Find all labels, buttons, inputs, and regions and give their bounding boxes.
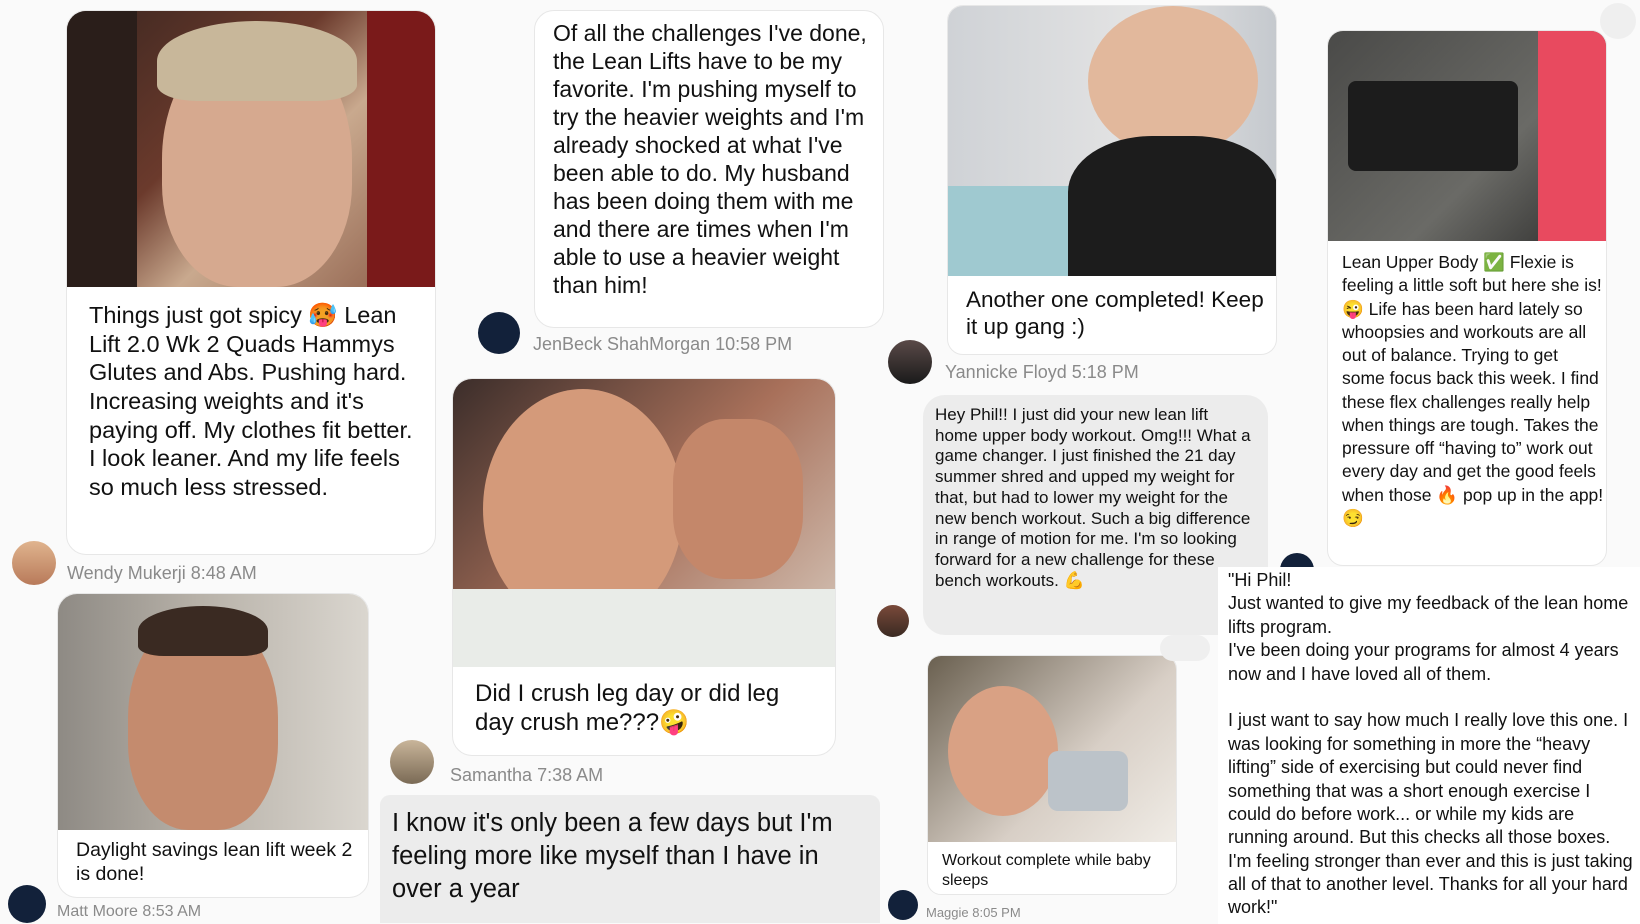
reaction-badge[interactable] [1600, 3, 1636, 39]
post-card-yannicke: Another one completed! Keep it up gang :… [947, 5, 1277, 355]
post-time: 5:18 PM [1071, 362, 1139, 382]
avatar [877, 605, 909, 637]
quote-block: I know it's only been a few days but I'm… [380, 795, 880, 923]
post-time: 8:48 AM [190, 563, 257, 583]
feedback-text: "Hi Phil! Just wanted to give my feedbac… [1228, 570, 1633, 918]
author-name: JenBeck ShahMorgan [533, 334, 711, 354]
post-card-lean-upper-body: Lean Upper Body ✅ Flexie is feeling a li… [1327, 30, 1607, 566]
post-meta: Matt Moore 8:53 AM [57, 903, 201, 921]
post-time: 10:58 PM [715, 334, 793, 354]
brand-avatar [888, 890, 918, 920]
author-name: Wendy Mukerji [67, 563, 186, 583]
post-photo [58, 594, 368, 830]
post-text: Daylight savings lean lift week 2 is don… [76, 839, 353, 885]
post-time: 7:38 AM [537, 765, 604, 785]
message-bubble: Hey Phil!! I just did your new lean lift… [923, 395, 1268, 635]
brand-avatar [8, 885, 46, 923]
post-text: Did I crush leg day or did leg day crush… [475, 680, 780, 737]
post-text: Lean Upper Body ✅ Flexie is feeling a li… [1342, 252, 1604, 528]
avatar [390, 740, 434, 784]
author-name: Yannicke Floyd [945, 362, 1067, 382]
post-card-samantha: Did I crush leg day or did leg day crush… [452, 378, 836, 756]
post-card-matt: Daylight savings lean lift week 2 is don… [57, 593, 369, 898]
post-time: 8:05 PM [972, 905, 1021, 920]
author-name: Maggie [926, 905, 969, 920]
quote-text: I know it's only been a few days but I'm… [392, 809, 833, 904]
post-meta: Samantha 7:38 AM [450, 765, 603, 786]
post-meta: Yannicke Floyd 5:18 PM [945, 362, 1139, 383]
reaction-badge[interactable] [1160, 635, 1210, 661]
post-meta: Wendy Mukerji 8:48 AM [67, 563, 257, 584]
author-name: Matt Moore [57, 903, 138, 920]
post-photo [928, 656, 1176, 842]
avatar [888, 340, 932, 384]
post-meta: Maggie 8:05 PM [926, 905, 1021, 920]
post-card-jenbeck: Of all the challenges I've done, the Lea… [534, 10, 884, 328]
post-text: Of all the challenges I've done, the Lea… [553, 20, 867, 299]
avatar [12, 541, 56, 585]
post-text: Another one completed! Keep it up gang :… [966, 287, 1264, 340]
post-card-wendy: Things just got spicy 🥵 Lean Lift 2.0 Wk… [66, 10, 436, 555]
post-photo [453, 379, 835, 667]
post-meta: JenBeck ShahMorgan 10:58 PM [533, 334, 792, 355]
post-photo [948, 6, 1276, 276]
author-name: Samantha [450, 765, 533, 785]
message-text: Hey Phil!! I just did your new lean lift… [935, 405, 1251, 590]
post-time: 8:53 AM [142, 903, 202, 920]
post-card-maggie: Workout complete while baby sleeps [927, 655, 1177, 895]
post-text: Things just got spicy 🥵 Lean Lift 2.0 Wk… [89, 302, 413, 500]
post-text: Workout complete while baby sleeps [942, 852, 1151, 889]
feedback-block: "Hi Phil! Just wanted to give my feedbac… [1218, 567, 1640, 924]
post-photo [67, 11, 435, 287]
post-photo [1328, 31, 1606, 241]
brand-avatar [478, 312, 520, 354]
